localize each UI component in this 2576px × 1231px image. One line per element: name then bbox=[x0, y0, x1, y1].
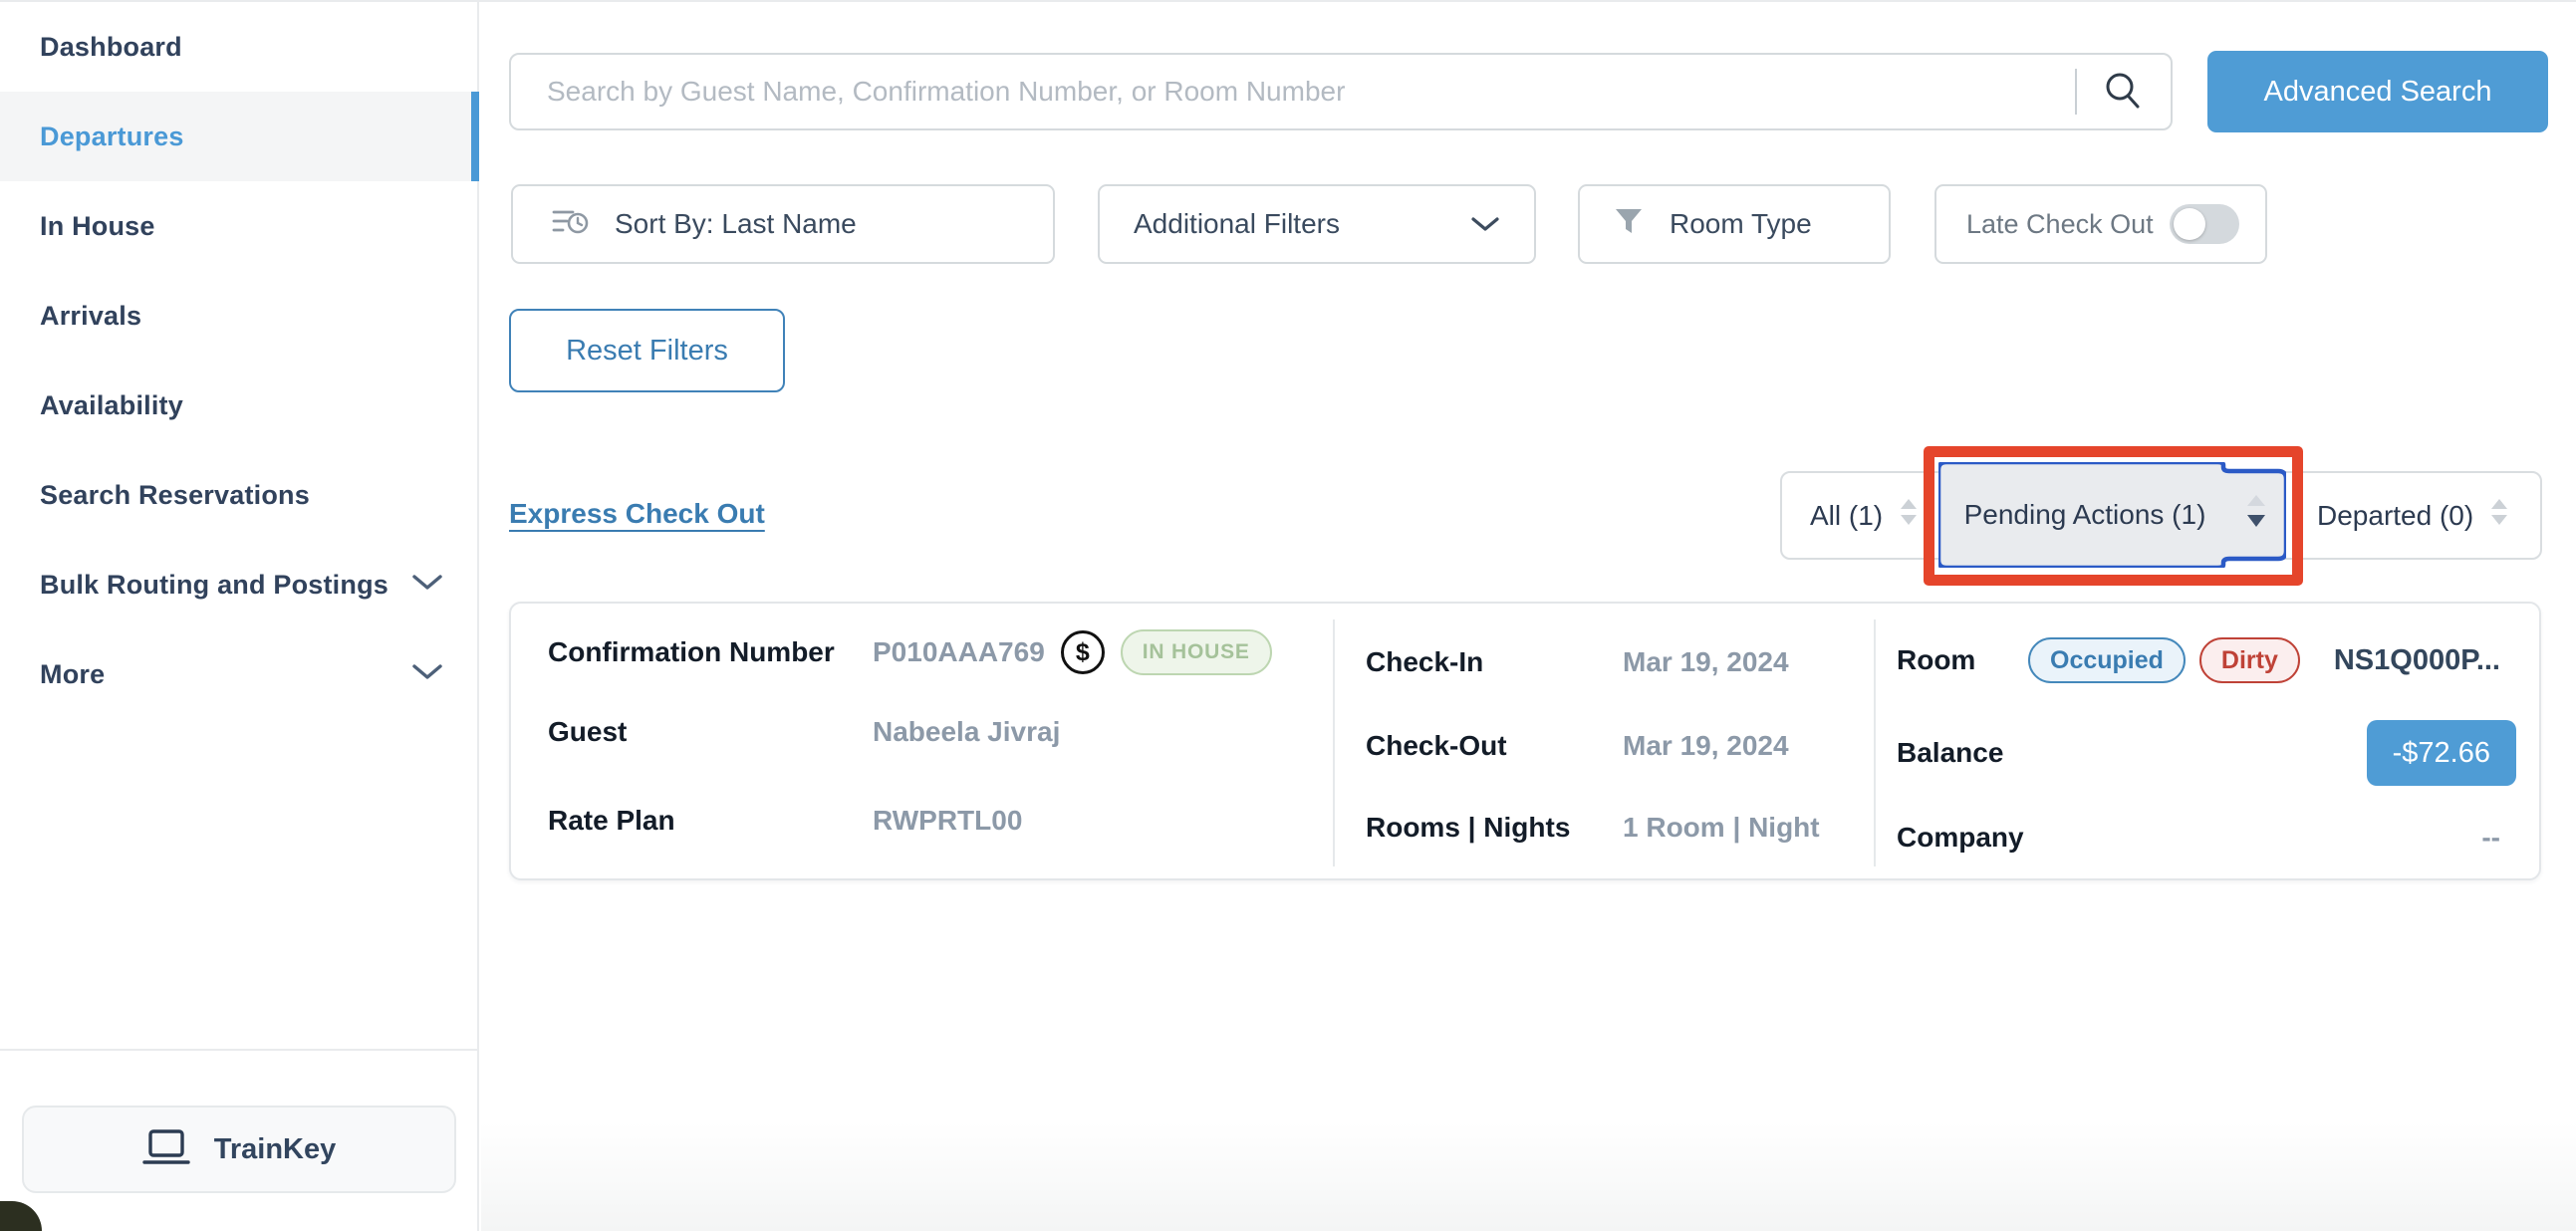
sidebar-item-label: Departures bbox=[40, 122, 184, 152]
sidebar-item-availability[interactable]: Availability bbox=[0, 361, 477, 450]
sort-by-button[interactable]: Sort By: Last Name bbox=[511, 184, 1055, 264]
search-box bbox=[509, 53, 2173, 130]
check-out-value: Mar 19, 2024 bbox=[1623, 723, 1789, 769]
company-label: Company bbox=[1897, 815, 2024, 861]
sidebar-item-label: Dashboard bbox=[40, 32, 182, 63]
filter-funnel-icon bbox=[1614, 206, 1644, 243]
occupied-badge: Occupied bbox=[2028, 637, 2186, 683]
sidebar: Dashboard Departures In House Arrivals A… bbox=[0, 2, 479, 1231]
chevron-down-icon bbox=[411, 663, 443, 686]
sidebar-item-more[interactable]: More bbox=[0, 629, 477, 719]
balance-amount-chip[interactable]: -$72.66 bbox=[2367, 720, 2516, 786]
sidebar-item-dashboard[interactable]: Dashboard bbox=[0, 2, 477, 92]
tab-departed[interactable]: Departed (0) bbox=[2317, 473, 2507, 558]
trainkey-label: TrainKey bbox=[214, 1133, 337, 1166]
sidebar-item-label: Search Reservations bbox=[40, 480, 310, 511]
main-content: Advanced Search Sort By: Last Name Addit… bbox=[481, 0, 2576, 1231]
laptop-icon bbox=[142, 1127, 190, 1172]
search-input[interactable] bbox=[511, 55, 2075, 128]
room-type-button[interactable]: Room Type bbox=[1578, 184, 1891, 264]
sidebar-item-label: Bulk Routing and Postings bbox=[40, 570, 388, 601]
card-divider bbox=[1333, 619, 1335, 866]
dirty-badge: Dirty bbox=[2199, 637, 2300, 683]
sidebar-item-search-reservations[interactable]: Search Reservations bbox=[0, 450, 477, 540]
sidebar-footer-divider bbox=[0, 1049, 477, 1051]
confirmation-number-label: Confirmation Number bbox=[548, 629, 835, 675]
sidebar-item-departures[interactable]: Departures bbox=[0, 92, 477, 181]
reservation-card[interactable]: Confirmation Number P010AAA769 $ IN HOUS… bbox=[509, 602, 2541, 880]
tab-departed-label: Departed (0) bbox=[2317, 500, 2473, 532]
sort-by-label: Sort By: Last Name bbox=[615, 208, 857, 240]
advanced-search-button[interactable]: Advanced Search bbox=[2207, 51, 2548, 132]
check-in-value: Mar 19, 2024 bbox=[1623, 639, 1789, 685]
guest-value: Nabeela Jivraj bbox=[873, 709, 1060, 755]
reset-filters-button[interactable]: Reset Filters bbox=[509, 309, 785, 392]
room-label: Room bbox=[1897, 637, 1975, 683]
trainkey-button[interactable]: TrainKey bbox=[22, 1106, 456, 1193]
express-check-out-link[interactable]: Express Check Out bbox=[509, 498, 765, 530]
confirmation-number-value: P010AAA769 bbox=[873, 636, 1045, 668]
additional-filters-dropdown[interactable]: Additional Filters bbox=[1098, 184, 1536, 264]
sidebar-item-in-house[interactable]: In House bbox=[0, 181, 477, 271]
sidebar-item-arrivals[interactable]: Arrivals bbox=[0, 271, 477, 361]
check-out-label: Check-Out bbox=[1366, 723, 1507, 769]
card-divider bbox=[1874, 619, 1876, 866]
rate-plan-label: Rate Plan bbox=[548, 798, 675, 844]
sidebar-item-label: Availability bbox=[40, 390, 183, 421]
chevron-down-icon bbox=[1470, 208, 1500, 240]
rooms-nights-label: Rooms | Nights bbox=[1366, 805, 1570, 851]
confirmation-number-group: P010AAA769 $ IN HOUSE bbox=[873, 629, 1272, 675]
tab-all-label: All (1) bbox=[1810, 500, 1883, 532]
room-type-label: Room Type bbox=[1670, 208, 1812, 240]
sidebar-item-bulk-routing[interactable]: Bulk Routing and Postings bbox=[0, 540, 477, 629]
tab-pending-actions[interactable]: Pending Actions (1) bbox=[1938, 462, 2286, 568]
rooms-nights-value: 1 Room | Night bbox=[1623, 805, 1820, 851]
late-check-out-toggle[interactable] bbox=[2170, 204, 2239, 244]
late-check-out-filter: Late Check Out bbox=[1934, 184, 2267, 264]
in-house-status-badge: IN HOUSE bbox=[1121, 629, 1272, 675]
sort-arrows-icon bbox=[2491, 499, 2507, 532]
tab-pending-actions-label: Pending Actions (1) bbox=[1960, 462, 2209, 568]
check-in-label: Check-In bbox=[1366, 639, 1483, 685]
room-number-value: NS1Q000P... bbox=[2334, 637, 2500, 683]
rate-plan-value: RWPRTL00 bbox=[873, 798, 1022, 844]
tab-all[interactable]: All (1) bbox=[1810, 473, 1917, 558]
toggle-knob bbox=[2174, 208, 2205, 240]
sidebar-item-label: Arrivals bbox=[40, 301, 141, 332]
search-icon[interactable] bbox=[2077, 71, 2171, 113]
balance-label: Balance bbox=[1897, 730, 2003, 776]
chevron-down-icon bbox=[411, 574, 443, 597]
sidebar-item-label: More bbox=[40, 659, 105, 690]
guest-label: Guest bbox=[548, 709, 627, 755]
sort-arrows-icon-active-desc bbox=[2247, 493, 2265, 540]
sort-clock-icon bbox=[551, 202, 589, 247]
sidebar-nav: Dashboard Departures In House Arrivals A… bbox=[0, 2, 477, 719]
sidebar-item-label: In House bbox=[40, 211, 155, 242]
dollar-circle-icon: $ bbox=[1061, 630, 1105, 674]
company-value: -- bbox=[2481, 815, 2500, 861]
additional-filters-label: Additional Filters bbox=[1134, 208, 1340, 240]
late-check-out-label: Late Check Out bbox=[1966, 209, 2154, 240]
room-status-badges: Occupied Dirty bbox=[2028, 637, 2300, 683]
sort-arrows-icon bbox=[1901, 499, 1917, 532]
